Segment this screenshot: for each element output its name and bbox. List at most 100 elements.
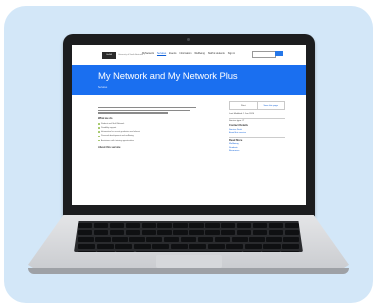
contact-link[interactable]: Service Desk xyxy=(229,129,285,131)
key xyxy=(141,229,156,235)
paragraph-line xyxy=(98,112,168,114)
contact-heading: Contact Details xyxy=(229,124,248,128)
key xyxy=(163,236,180,242)
related-link[interactable]: Wellbeing xyxy=(229,143,285,145)
key xyxy=(78,236,94,242)
key xyxy=(236,222,252,228)
bullet-icon xyxy=(98,139,100,142)
key xyxy=(146,236,163,242)
service-type: Service type: IT xyxy=(229,120,245,123)
nav-item-events[interactable]: Events xyxy=(169,52,176,55)
paragraph-line xyxy=(98,109,190,112)
sidebar-tabs: Print Save this page xyxy=(229,101,285,110)
nav-item-services[interactable]: Services xyxy=(157,52,166,55)
key xyxy=(173,229,188,235)
nav-item-staff-students[interactable]: Staff & students xyxy=(208,52,225,55)
section-heading: What we do xyxy=(98,116,113,120)
key xyxy=(170,243,188,249)
bullet-icon xyxy=(98,135,100,138)
bullet-icon xyxy=(98,127,100,129)
page-content: What we do Student and Staff Network Dis… xyxy=(72,95,306,205)
key xyxy=(268,229,284,235)
search-input[interactable] xyxy=(252,51,276,58)
key xyxy=(116,250,135,252)
key xyxy=(78,243,96,249)
key xyxy=(78,250,96,252)
key xyxy=(157,229,172,235)
key xyxy=(205,222,220,228)
laptop-base-edge xyxy=(28,268,349,274)
key xyxy=(262,250,280,252)
key xyxy=(205,229,220,235)
key xyxy=(236,229,252,235)
key xyxy=(78,222,93,228)
key xyxy=(157,222,172,228)
key-row xyxy=(74,243,303,249)
tab-save-page[interactable]: Save this page xyxy=(256,102,285,109)
key xyxy=(197,236,214,242)
key xyxy=(109,229,125,235)
page-subtitle: Services xyxy=(98,86,108,89)
sidebar: Print Save this page Last Modified: 1 Ja… xyxy=(229,101,285,152)
key-row xyxy=(74,222,303,228)
tab-print[interactable]: Print xyxy=(230,102,257,109)
key xyxy=(268,222,284,228)
key-row xyxy=(74,229,303,235)
page-banner: My Network and My Network Plus Services xyxy=(72,65,306,95)
trackpad xyxy=(156,255,222,268)
site-logo[interactable]: UniSA xyxy=(102,51,116,59)
key-row xyxy=(74,236,303,242)
key xyxy=(266,236,282,242)
related-link[interactable]: Students xyxy=(229,147,285,149)
key xyxy=(189,229,204,235)
nav-item-information[interactable]: Information xyxy=(179,52,191,55)
key xyxy=(97,250,115,252)
keyboard xyxy=(74,221,303,252)
key xyxy=(221,222,236,228)
key xyxy=(93,222,109,228)
nav-item-sign-in[interactable]: Sign in xyxy=(228,52,235,55)
search-button[interactable] xyxy=(275,51,283,56)
key xyxy=(112,236,128,242)
main-column: What we do Student and Staff Network Dis… xyxy=(98,107,198,151)
key xyxy=(95,236,111,242)
last-updated: Last Modified: 1 Jan 2020 xyxy=(229,112,255,115)
key xyxy=(226,243,244,249)
nav-item-mynetwork[interactable]: MyNetwork xyxy=(142,52,154,55)
logo-caption: University of South Australia xyxy=(118,54,144,56)
key xyxy=(243,250,261,252)
key xyxy=(281,250,300,252)
nav-item-wellbeing[interactable]: Wellbeing xyxy=(194,52,204,55)
laptop-lid: UniSA University of South Australia MyNe… xyxy=(63,34,315,217)
key xyxy=(125,229,141,235)
key xyxy=(93,229,109,235)
key xyxy=(252,229,268,235)
laptop-base xyxy=(28,215,349,273)
key xyxy=(284,229,299,235)
key xyxy=(133,243,151,249)
key xyxy=(282,243,300,249)
contact-email-link[interactable]: Email this service xyxy=(229,132,285,134)
laptop-screen: UniSA University of South Australia MyNe… xyxy=(72,45,306,205)
key xyxy=(231,236,248,242)
key xyxy=(173,222,188,228)
site-header: UniSA University of South Australia MyNe… xyxy=(72,45,306,65)
section-heading-2: About this service xyxy=(98,145,121,149)
key xyxy=(115,243,133,249)
key xyxy=(214,236,231,242)
bullet-icon xyxy=(98,123,100,125)
key xyxy=(189,243,207,249)
page-title: My Network and My Network Plus xyxy=(98,71,238,82)
key xyxy=(125,222,141,228)
site-nav: MyNetwork Services Events Information We… xyxy=(142,52,235,55)
key xyxy=(152,243,170,249)
key xyxy=(96,243,114,249)
key xyxy=(244,243,262,249)
key xyxy=(129,236,145,242)
key xyxy=(263,243,281,249)
related-link[interactable]: Resources xyxy=(229,150,285,152)
webcam-icon xyxy=(187,38,190,41)
key xyxy=(109,222,125,228)
key xyxy=(249,236,265,242)
key xyxy=(180,236,197,242)
